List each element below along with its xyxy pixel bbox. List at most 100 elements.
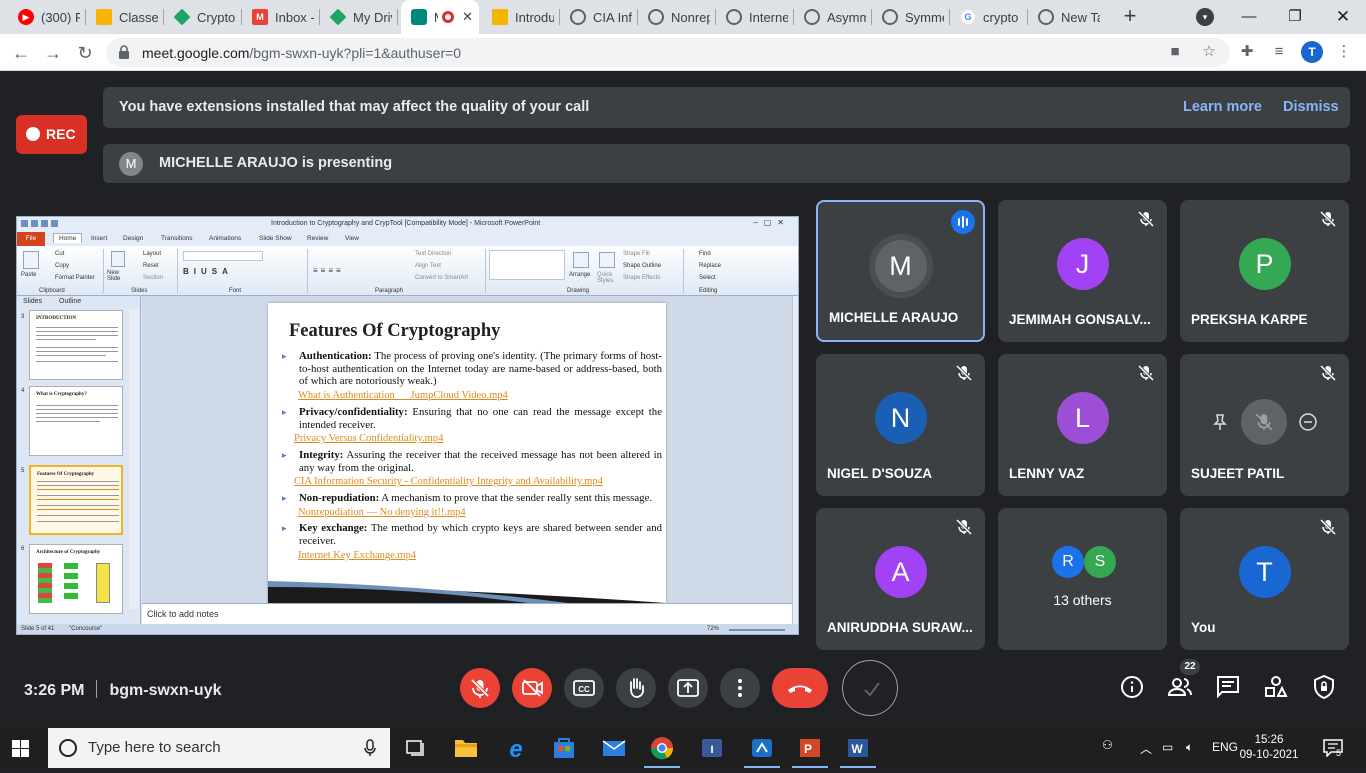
back-button[interactable]: ← (8, 40, 34, 66)
close-tab-icon[interactable]: ✕ (462, 9, 473, 25)
font-format-buttons[interactable]: BIUSA (183, 267, 233, 276)
browser-tab[interactable]: New Ta (1028, 0, 1106, 34)
participant-tile[interactable]: N NIGEL D'SOUZA (816, 354, 985, 496)
slide-thumbnail[interactable]: What is Cryptography? (29, 386, 123, 456)
more-options-button[interactable] (720, 668, 760, 708)
font-name-box[interactable] (183, 251, 263, 261)
ppt-tab-view[interactable]: View (345, 235, 359, 242)
address-bar[interactable]: meet.google.com/bgm-swxn-uyk?pli=1&authu… (106, 38, 1230, 67)
zoom-slider[interactable] (729, 629, 785, 631)
slides-pane-scrollbar[interactable] (129, 309, 139, 609)
recording-indicator[interactable]: REC (16, 115, 87, 154)
new-slide-icon[interactable] (111, 251, 125, 267)
shape-outline-button[interactable]: Shape Outline (623, 263, 661, 269)
shape-fill-button[interactable]: Shape Fill (623, 251, 650, 257)
mic-toggle-button[interactable] (460, 668, 500, 708)
camera-toggle-button[interactable] (512, 668, 552, 708)
learn-more-link[interactable]: Learn more (1183, 99, 1262, 115)
slide-thumbnail[interactable]: Architecture of Cryptography (29, 544, 123, 614)
network-icon[interactable]: ▭ (1162, 740, 1173, 754)
video-link[interactable]: What is Authentication_ _ JumpCloud Vide… (298, 390, 662, 403)
edge-icon[interactable]: e (492, 728, 540, 768)
minimize-button[interactable]: — (1226, 0, 1272, 34)
layout-button[interactable]: Layout (143, 251, 161, 257)
captions-button[interactable]: CC (564, 668, 604, 708)
store-icon[interactable] (540, 728, 588, 768)
arrange-icon[interactable] (573, 252, 589, 268)
teams-icon[interactable]: I (688, 728, 736, 768)
slide-thumbnail[interactable]: INTRODUCTION (29, 310, 123, 380)
select-button[interactable]: Select (699, 275, 716, 281)
volume-icon[interactable]: 🔈︎ (1186, 740, 1193, 755)
browser-tab-active[interactable]: M✕ (401, 0, 479, 34)
reset-button[interactable]: Reset (143, 263, 159, 269)
ppt-tab-insert[interactable]: Insert (91, 235, 107, 242)
notes-pane[interactable]: Click to add notes (142, 603, 792, 624)
browser-tab[interactable]: Symme (872, 0, 950, 34)
ppt-tab-home[interactable]: Home (53, 233, 83, 243)
people-tray-icon[interactable]: ⚇ (1102, 738, 1113, 752)
reload-button[interactable]: ↻ (72, 40, 98, 66)
browser-tab[interactable]: ▶ (300) R (8, 0, 86, 34)
remove-participant-icon[interactable] (1298, 412, 1318, 432)
mail-icon[interactable] (590, 728, 638, 768)
paragraph-buttons[interactable]: ≡≡≡≡ (313, 266, 344, 275)
windows-start-icon[interactable] (12, 740, 29, 757)
new-tab-button[interactable]: + (1118, 4, 1142, 28)
people-button[interactable] (1167, 674, 1193, 700)
slide-thumbnail-selected[interactable]: Features Of Cryptography (29, 465, 123, 535)
host-controls-button[interactable] (1311, 674, 1337, 700)
video-link[interactable]: CIA Information Security - Confidentiali… (294, 476, 662, 489)
activities-button[interactable] (1263, 674, 1289, 700)
convert-smartart-button[interactable]: Convert to SmartArt (415, 275, 468, 281)
meeting-details-button[interactable] (1119, 674, 1145, 700)
forward-button[interactable]: → (40, 40, 66, 66)
dismiss-button[interactable]: Dismiss (1283, 99, 1339, 115)
participant-tile[interactable]: A ANIRUDDHA SURAW... (816, 508, 985, 650)
maximize-button[interactable]: ❐ (1272, 0, 1318, 34)
leave-call-button[interactable] (772, 668, 828, 708)
participant-tile[interactable]: P PREKSHA KARPE (1180, 200, 1349, 342)
section-button[interactable]: Section (143, 275, 163, 281)
taskbar-clock[interactable]: 15:26 09-10-2021 (1237, 733, 1301, 763)
slide-scrollbar[interactable] (792, 296, 798, 624)
find-button[interactable]: Find (699, 251, 711, 257)
show-hidden-icons[interactable]: ︿ (1140, 740, 1152, 757)
participant-tile[interactable]: M MICHELLE ARAUJO (816, 200, 985, 342)
format-painter-button[interactable]: Format Painter (55, 275, 95, 281)
browser-tab[interactable]: Gcrypto (950, 0, 1028, 34)
paste-icon[interactable] (23, 251, 39, 269)
ppt-tab-file[interactable]: File (17, 232, 45, 246)
participant-tile[interactable]: L LENNY VAZ (998, 354, 1167, 496)
microphone-icon[interactable] (364, 739, 376, 757)
video-link[interactable]: Privacy Versus Confidentiality.mp4 (294, 433, 662, 446)
browser-tab[interactable]: CIA Inf (560, 0, 638, 34)
ppt-tab-design[interactable]: Design (123, 235, 143, 242)
participant-tile[interactable]: SUJEET PATIL (1180, 354, 1349, 496)
chrome-taskbar-icon[interactable] (638, 728, 686, 768)
ppt-tab-review[interactable]: Review (307, 235, 328, 242)
tab-slides[interactable]: Slides (23, 298, 42, 305)
host-controls-shortcut[interactable] (842, 660, 898, 716)
participant-tile[interactable]: J JEMIMAH GONSALV... (998, 200, 1167, 342)
ppt-tab-slideshow[interactable]: Slide Show (259, 235, 292, 242)
mute-participant-button[interactable] (1241, 399, 1287, 445)
cut-button[interactable]: Cut (55, 251, 64, 257)
task-view-icon[interactable] (392, 728, 440, 768)
file-explorer-icon[interactable] (442, 728, 490, 768)
self-tile[interactable]: T You (1180, 508, 1349, 650)
raise-hand-button[interactable] (616, 668, 656, 708)
browser-tab[interactable]: Crypto (164, 0, 242, 34)
align-text-button[interactable]: Align Text (415, 263, 441, 269)
text-direction-button[interactable]: Text Direction (415, 251, 451, 257)
others-tile[interactable]: R S 13 others (998, 508, 1167, 650)
taskbar-search-box[interactable]: Type here to search (48, 728, 390, 768)
browser-tab[interactable]: Introdu (482, 0, 560, 34)
profile-avatar[interactable]: T (1301, 41, 1323, 63)
quick-styles-icon[interactable] (599, 252, 615, 268)
copy-button[interactable]: Copy (55, 263, 69, 269)
replace-button[interactable]: Replace (699, 263, 721, 269)
powerpoint-icon[interactable]: P (786, 728, 834, 768)
browser-tab[interactable]: Classes (86, 0, 164, 34)
ppt-tab-animations[interactable]: Animations (209, 235, 241, 242)
